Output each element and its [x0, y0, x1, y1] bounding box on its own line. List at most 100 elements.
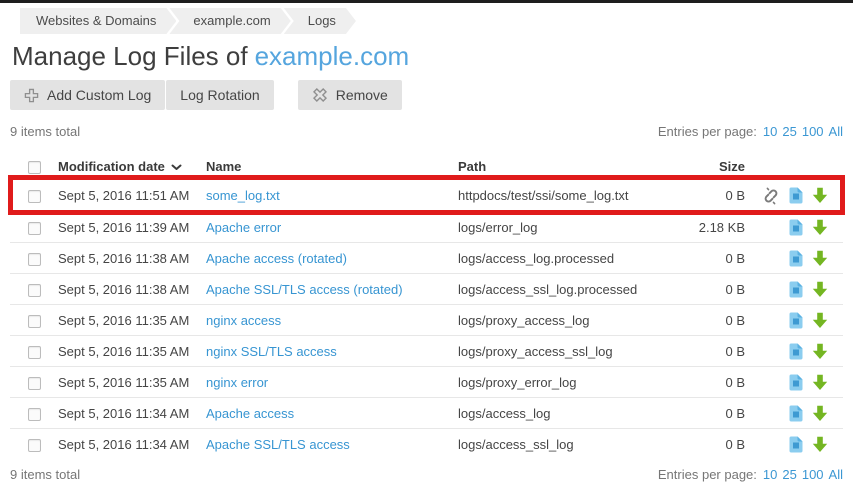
row-size: 0 B — [695, 282, 745, 297]
view-log-icon[interactable] — [789, 219, 803, 236]
add-custom-log-button[interactable]: Add Custom Log — [10, 80, 165, 110]
column-name: Name — [206, 159, 458, 174]
row-path: logs/proxy_access_log — [458, 313, 695, 328]
page-title-text: Manage Log Files of — [12, 41, 248, 71]
row-size: 0 B — [695, 344, 745, 359]
entries-per-page-label: Entries per page: — [658, 124, 757, 139]
log-rotation-button[interactable]: Log Rotation — [166, 80, 273, 110]
download-log-icon[interactable] — [812, 343, 828, 360]
log-files-table: Modification date Name Path Size Sept 5,… — [10, 152, 843, 459]
download-log-icon[interactable] — [812, 281, 828, 298]
row-checkbox[interactable] — [28, 439, 41, 452]
log-name-link[interactable]: some_log.txt — [206, 188, 280, 203]
download-log-icon[interactable] — [812, 436, 828, 453]
select-all-checkbox[interactable] — [28, 161, 41, 174]
remove-group: Remove — [298, 80, 402, 110]
view-log-icon[interactable] — [789, 312, 803, 329]
chevron-down-icon — [171, 159, 182, 174]
view-log-icon[interactable] — [789, 343, 803, 360]
add-custom-log-label: Add Custom Log — [47, 87, 151, 103]
table-header-row: Modification date Name Path Size — [10, 152, 843, 180]
items-total-top: 9 items total — [10, 124, 80, 139]
page-size-option[interactable]: All — [829, 467, 843, 482]
row-checkbox[interactable] — [28, 346, 41, 359]
breadcrumb-websites-domains[interactable]: Websites & Domains — [20, 8, 176, 34]
list-meta-bottom: 9 items total Entries per page: 1025100A… — [0, 465, 853, 483]
page-size-options-top: 10 25 100 All — [763, 124, 843, 139]
log-name-link[interactable]: Apache access — [206, 406, 294, 421]
breadcrumb-logs: Logs — [284, 8, 356, 34]
page-size-option[interactable]: 100 — [802, 467, 824, 482]
download-log-icon[interactable] — [812, 405, 828, 422]
column-modification-date: Modification date — [58, 159, 165, 174]
page-size-option[interactable]: All — [829, 124, 843, 139]
row-modification-date: Sept 5, 2016 11:39 AM — [58, 220, 206, 235]
remove-label: Remove — [336, 87, 388, 103]
row-size: 0 B — [695, 406, 745, 421]
column-path: Path — [458, 159, 695, 174]
row-checkbox[interactable] — [28, 377, 41, 390]
log-table-body: Sept 5, 2016 11:51 AM some_log.txt httpd… — [10, 180, 843, 459]
row-path: logs/access_ssl_log — [458, 437, 695, 452]
table-row: Sept 5, 2016 11:38 AM Apache SSL/TLS acc… — [10, 273, 843, 304]
row-modification-date: Sept 5, 2016 11:34 AM — [58, 437, 206, 452]
page-size-option[interactable]: 25 — [782, 124, 796, 139]
log-actions-group: Add Custom Log Log Rotation — [10, 80, 274, 110]
row-path: httpdocs/test/ssi/some_log.txt — [458, 188, 695, 203]
entries-per-page-bottom: Entries per page: 1025100All — [658, 467, 843, 482]
breadcrumb-example-com[interactable]: example.com — [169, 8, 290, 34]
table-row: Sept 5, 2016 11:35 AM nginx access logs/… — [10, 304, 843, 335]
download-log-icon[interactable] — [812, 312, 828, 329]
log-name-link[interactable]: nginx error — [206, 375, 268, 390]
log-name-link[interactable]: Apache access (rotated) — [206, 251, 347, 266]
view-log-icon[interactable] — [789, 374, 803, 391]
row-checkbox[interactable] — [28, 222, 41, 235]
row-size: 0 B — [695, 437, 745, 452]
row-size: 0 B — [695, 313, 745, 328]
entries-per-page-top: Entries per page: 10 25 100 All — [658, 124, 843, 139]
row-modification-date: Sept 5, 2016 11:51 AM — [58, 188, 206, 203]
row-modification-date: Sept 5, 2016 11:35 AM — [58, 344, 206, 359]
table-row: Sept 5, 2016 11:38 AM Apache access (rot… — [10, 242, 843, 273]
download-log-icon[interactable] — [812, 187, 828, 204]
column-size: Size — [695, 159, 745, 174]
row-path: logs/proxy_error_log — [458, 375, 695, 390]
row-checkbox[interactable] — [28, 284, 41, 297]
log-name-link[interactable]: nginx access — [206, 313, 281, 328]
row-checkbox[interactable] — [28, 190, 41, 203]
log-name-link[interactable]: Apache error — [206, 220, 281, 235]
row-size: 0 B — [695, 188, 745, 203]
view-log-icon[interactable] — [789, 405, 803, 422]
remove-x-icon — [312, 87, 328, 103]
log-rotation-label: Log Rotation — [180, 87, 259, 103]
row-modification-date: Sept 5, 2016 11:38 AM — [58, 282, 206, 297]
remove-button[interactable]: Remove — [298, 80, 402, 110]
log-name-link[interactable]: nginx SSL/TLS access — [206, 344, 337, 359]
view-log-icon[interactable] — [789, 281, 803, 298]
table-row: Sept 5, 2016 11:34 AM Apache SSL/TLS acc… — [10, 428, 843, 459]
page-size-option[interactable]: 10 — [763, 467, 777, 482]
sort-by-modification-date[interactable]: Modification date — [58, 159, 182, 174]
row-size: 0 B — [695, 375, 745, 390]
log-name-link[interactable]: Apache SSL/TLS access — [206, 437, 350, 452]
row-checkbox[interactable] — [28, 253, 41, 266]
view-log-icon[interactable] — [789, 436, 803, 453]
row-modification-date: Sept 5, 2016 11:34 AM — [58, 406, 206, 421]
download-log-icon[interactable] — [812, 374, 828, 391]
page-size-option[interactable]: 100 — [802, 124, 824, 139]
view-log-icon[interactable] — [789, 187, 803, 204]
row-checkbox[interactable] — [28, 315, 41, 328]
row-modification-date: Sept 5, 2016 11:35 AM — [58, 313, 206, 328]
page-title-domain: example.com — [255, 41, 410, 71]
download-log-icon[interactable] — [812, 219, 828, 236]
broken-link-icon[interactable] — [762, 187, 780, 205]
table-row: Sept 5, 2016 11:35 AM nginx SSL/TLS acce… — [10, 335, 843, 366]
page-size-option[interactable]: 10 — [763, 124, 777, 139]
page-size-option[interactable]: 25 — [782, 467, 796, 482]
download-log-icon[interactable] — [812, 250, 828, 267]
row-checkbox[interactable] — [28, 408, 41, 421]
view-log-icon[interactable] — [789, 250, 803, 267]
table-row: Sept 5, 2016 11:51 AM some_log.txt httpd… — [10, 180, 843, 211]
row-path: logs/access_ssl_log.processed — [458, 282, 695, 297]
log-name-link[interactable]: Apache SSL/TLS access (rotated) — [206, 282, 403, 297]
